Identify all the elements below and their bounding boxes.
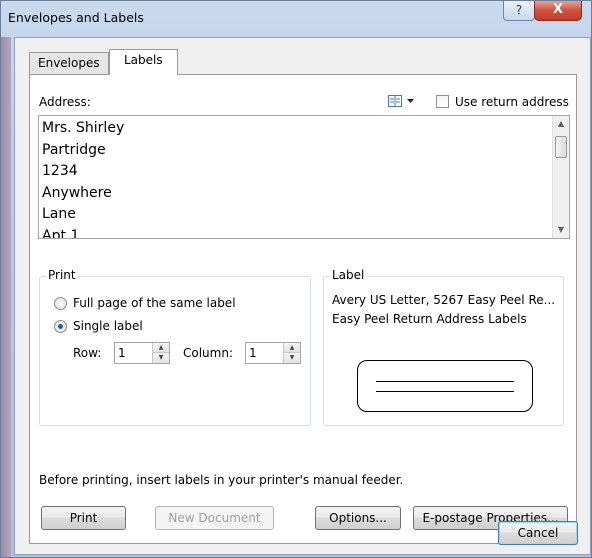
- row-stepper[interactable]: 1 ▲ ▼: [114, 342, 170, 364]
- envelopes-labels-dialog: Envelopes and Labels ? X Envelopes Label…: [0, 0, 592, 558]
- tab-labels-label: Labels: [124, 53, 163, 67]
- label-product-name: Avery US Letter, 5267 Easy Peel Re...: [332, 293, 556, 307]
- address-line: Lane: [42, 206, 76, 222]
- address-line: 1234: [42, 163, 78, 179]
- preview-line: [376, 391, 514, 392]
- spin-down-icon[interactable]: ▼: [284, 353, 300, 363]
- labels-tab-panel: Address: Use return address Mrs. Shirley: [29, 74, 577, 544]
- label-group[interactable]: Label Avery US Letter, 5267 Easy Peel Re…: [323, 268, 564, 426]
- column-label: Column:: [183, 346, 233, 360]
- label-group-title: Label: [330, 268, 367, 282]
- address-label: Address:: [39, 95, 91, 109]
- row-label: Row:: [73, 346, 102, 360]
- address-textarea[interactable]: Mrs. Shirley Partridge 1234 Anywhere Lan…: [38, 115, 570, 239]
- tab-labels[interactable]: Labels: [109, 49, 178, 75]
- column-stepper[interactable]: 1 ▲ ▼: [245, 342, 301, 364]
- scroll-up-icon[interactable]: ▲: [553, 116, 569, 132]
- row-value: 1: [118, 346, 126, 360]
- spin-down-icon[interactable]: ▼: [153, 353, 169, 363]
- window-title: Envelopes and Labels: [8, 10, 144, 25]
- cancel-button[interactable]: Cancel: [498, 521, 578, 545]
- preview-line: [376, 381, 514, 382]
- options-button[interactable]: Options...: [315, 506, 401, 530]
- address-line: Apt 1: [42, 227, 80, 239]
- address-line: Mrs. Shirley: [42, 120, 125, 136]
- column-value: 1: [249, 346, 257, 360]
- print-group: Print Full page of the same label Single…: [39, 268, 311, 426]
- feeder-notice: Before printing, insert labels in your p…: [39, 473, 404, 487]
- single-label-label: Single label: [73, 319, 143, 333]
- row-stepper-buttons[interactable]: ▲ ▼: [152, 343, 169, 363]
- help-button[interactable]: ?: [503, 1, 535, 21]
- dialog-client-area: Envelopes Labels Address: Use return add…: [14, 37, 591, 555]
- address-line: Anywhere: [42, 184, 112, 201]
- full-page-label: Full page of the same label: [73, 296, 236, 310]
- window-frame-left: [1, 37, 11, 557]
- address-scrollbar[interactable]: ▲ ▼: [552, 116, 569, 238]
- use-return-address-label: Use return address: [455, 95, 569, 109]
- address-lines: Mrs. Shirley Partridge 1234 Anywhere Lan…: [42, 118, 125, 239]
- close-button[interactable]: X: [534, 1, 582, 21]
- scroll-down-icon[interactable]: ▼: [553, 222, 569, 238]
- spin-up-icon[interactable]: ▲: [153, 343, 169, 353]
- spin-up-icon[interactable]: ▲: [284, 343, 300, 353]
- use-return-address-checkbox[interactable]: [436, 95, 449, 108]
- column-stepper-buttons[interactable]: ▲ ▼: [283, 343, 300, 363]
- address-line: Partridge: [42, 141, 106, 158]
- address-book-icon[interactable]: [388, 94, 416, 108]
- label-product-description: Easy Peel Return Address Labels: [332, 312, 527, 326]
- scrollbar-thumb[interactable]: [555, 136, 567, 158]
- new-document-button[interactable]: New Document: [155, 506, 274, 530]
- title-bar[interactable]: Envelopes and Labels ? X: [1, 1, 591, 35]
- label-preview-image[interactable]: [357, 360, 533, 412]
- full-page-radio[interactable]: [54, 297, 67, 310]
- single-label-radio[interactable]: [54, 320, 67, 333]
- print-button[interactable]: Print: [41, 506, 126, 530]
- tab-envelopes-label: Envelopes: [38, 56, 100, 70]
- tab-envelopes[interactable]: Envelopes: [29, 52, 109, 74]
- print-group-title: Print: [46, 268, 78, 282]
